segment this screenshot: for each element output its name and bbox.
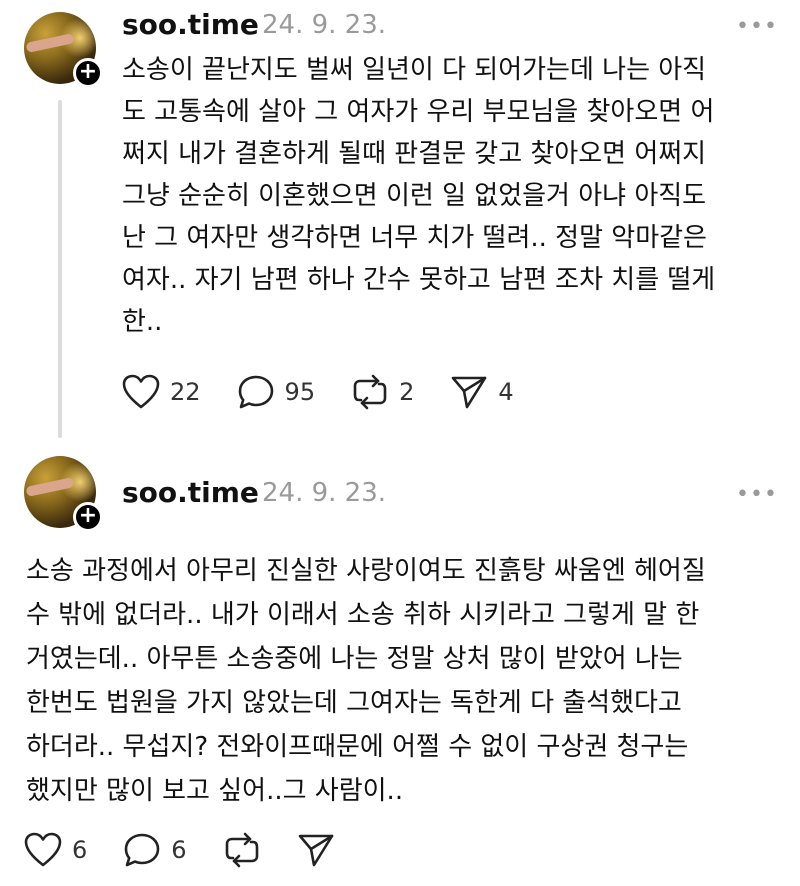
- comment-button[interactable]: 95: [237, 374, 316, 410]
- thread-connector-line: [58, 100, 62, 438]
- share-button[interactable]: [297, 832, 335, 868]
- like-count: 6: [72, 836, 88, 864]
- send-icon: [298, 834, 333, 867]
- post-text-line: 한..: [122, 307, 163, 337]
- comment-button[interactable]: 6: [123, 832, 187, 868]
- thread-post-1: + soo.time 24. 9. 23. ••• 소송이 끝난지도 벌써 일년…: [0, 0, 800, 450]
- comment-count: 6: [171, 836, 187, 864]
- repost-icon: [225, 832, 258, 868]
- repost-button[interactable]: 2: [351, 374, 414, 410]
- post-text-line: 소송 과정에서 아무리 진실한 사랑이여도 진흙탕 싸움엔 헤어질: [26, 556, 706, 586]
- like-button[interactable]: 6: [24, 832, 87, 868]
- post-text-line: 한번도 법원을 가지 않았는데 그여자는 독한게 다 출석했다고: [26, 688, 682, 718]
- comment-icon: [124, 833, 160, 867]
- share-button[interactable]: 4: [450, 374, 514, 410]
- heart-icon: [122, 374, 160, 409]
- post-text-line: 쩌지 내가 결혼하게 될때 판결문 갖고 찾아오면 어쩌지: [122, 139, 707, 169]
- post-date: 24. 9. 23.: [262, 10, 387, 40]
- more-options-icon[interactable]: •••: [736, 482, 778, 507]
- post-text-line: 난 그 여자만 생각하면 너무 치가 떨려.. 정말 악마같은: [122, 223, 707, 253]
- repost-icon: [353, 374, 387, 410]
- post-text-line: 했지만 많이 보고 싶어..그 사람이..: [26, 776, 404, 806]
- post-actions: 22 95 2 4: [122, 374, 550, 410]
- more-options-icon[interactable]: •••: [736, 14, 778, 39]
- follow-plus-icon[interactable]: +: [73, 58, 103, 88]
- comment-icon: [238, 375, 273, 409]
- post-text-line: 소송이 끝난지도 벌써 일년이 다 되어가는데 나는 아직: [122, 55, 707, 85]
- share-count: 4: [498, 378, 514, 406]
- post-text-line: 거였는데.. 아무튼 소송중에 나는 정말 상처 많이 받았어 나는: [26, 644, 683, 674]
- username[interactable]: soo.time: [122, 476, 259, 509]
- follow-plus-icon[interactable]: +: [73, 502, 103, 532]
- like-count: 22: [170, 378, 201, 406]
- heart-icon: [24, 832, 62, 867]
- post-text-line: 그냥 순순히 이혼했으면 이런 일 없었을거 아냐 아직도: [122, 181, 707, 211]
- like-button[interactable]: 22: [122, 374, 201, 410]
- post-text-line: 하더라.. 무섭지? 전와이프때문에 어쩔 수 없이 구상권 청구는: [26, 732, 689, 762]
- comment-count: 95: [284, 378, 316, 406]
- post-text-line: 수 밖에 없더라.. 내가 이래서 소송 취하 시키라고 그렇게 말 한: [26, 600, 700, 630]
- post-text-line: 여자.. 자기 남편 하나 간수 못하고 남편 조차 치를 떨게: [122, 265, 716, 295]
- send-icon: [452, 376, 487, 409]
- repost-count: 2: [399, 378, 415, 406]
- username[interactable]: soo.time: [122, 8, 259, 41]
- post-text-line: 도 고통속에 살아 그 여자가 우리 부모님을 찾아오면 어: [122, 97, 715, 127]
- thread-post-2: + soo.time 24. 9. 23. ••• 소송 과정에서 아무리 진실…: [0, 450, 800, 886]
- post-date: 24. 9. 23.: [262, 478, 387, 508]
- repost-button[interactable]: [223, 832, 261, 868]
- post-actions: 6 6: [24, 832, 371, 868]
